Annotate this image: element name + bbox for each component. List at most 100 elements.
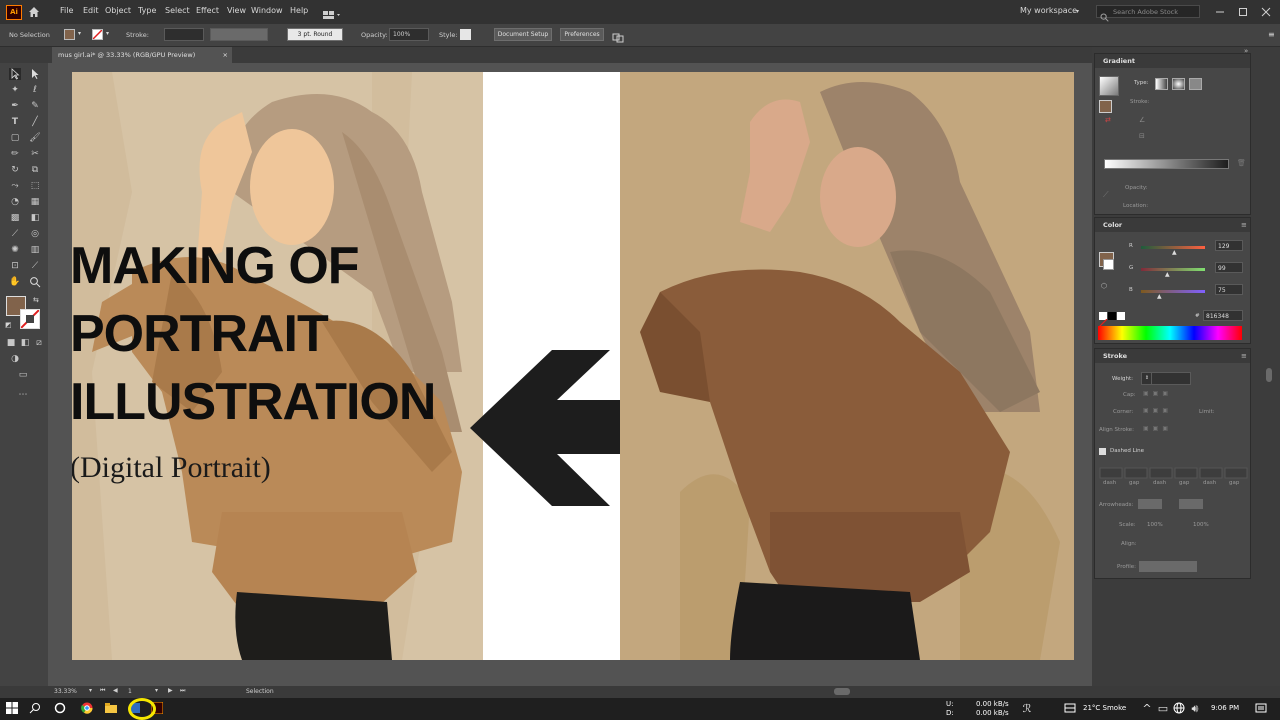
artboard-tool-icon[interactable]: ⊡ xyxy=(9,260,21,272)
chrome-icon[interactable] xyxy=(80,702,94,716)
align-stroke-buttons[interactable]: ▣▣▣ xyxy=(1143,425,1183,434)
scissors-tool-icon[interactable]: ✂ xyxy=(29,148,41,160)
document-tab[interactable]: mus girl.ai* @ 33.33% (RGB/GPU Preview) … xyxy=(52,47,232,63)
menu-window[interactable]: Window xyxy=(251,6,283,15)
dashed-line-checkbox[interactable] xyxy=(1099,448,1106,455)
close-window-icon[interactable] xyxy=(1259,4,1273,18)
document-setup-button[interactable]: Document Setup xyxy=(494,28,552,41)
mesh-tool-icon[interactable]: ▩ xyxy=(9,212,21,224)
taskbar-search-icon[interactable] xyxy=(28,702,42,716)
clock-time[interactable]: 9:06 PM xyxy=(1211,704,1239,712)
dash-fields-row[interactable] xyxy=(1099,464,1249,479)
volume-icon[interactable]: 🔊︎ xyxy=(1188,702,1202,716)
swap-colors-icon[interactable]: ⇆ xyxy=(33,296,39,304)
cap-buttons[interactable]: ▣▣▣ xyxy=(1143,390,1183,399)
freeform-gradient-icon[interactable] xyxy=(1189,78,1202,90)
color-mode-icon[interactable]: ■ xyxy=(5,337,17,349)
radial-gradient-icon[interactable] xyxy=(1172,78,1185,90)
gradient-mode-icon[interactable]: ◧ xyxy=(19,337,31,349)
blend-tool-icon[interactable]: ◎ xyxy=(29,228,41,240)
magic-wand-tool-icon[interactable]: ✦ xyxy=(9,84,21,96)
stroke-weight-field[interactable] xyxy=(164,28,204,41)
g-value-field[interactable]: 99 xyxy=(1215,262,1243,273)
menu-help[interactable]: Help xyxy=(290,6,308,15)
menu-view[interactable]: View xyxy=(227,6,246,15)
opacity-field[interactable]: 100% xyxy=(389,28,429,41)
fill-stroke-mini-swatch[interactable] xyxy=(1099,100,1112,113)
curvature-tool-icon[interactable]: ✎ xyxy=(29,100,41,112)
shape-builder-tool-icon[interactable]: ◔ xyxy=(9,196,21,208)
default-colors-icon[interactable]: ◩ xyxy=(5,321,12,329)
horizontal-scrollbar[interactable] xyxy=(834,688,850,695)
r-value-field[interactable]: 129 xyxy=(1215,240,1243,251)
rotate-tool-icon[interactable]: ↻ xyxy=(9,164,21,176)
panels-scrollbar[interactable] xyxy=(1266,368,1272,382)
zoom-tool-icon[interactable] xyxy=(29,276,41,288)
arrowhead-start-select[interactable] xyxy=(1138,499,1162,509)
weather-icon[interactable] xyxy=(1063,702,1077,716)
artboard-number[interactable]: 1 xyxy=(128,688,132,695)
gradient-preview-swatch[interactable] xyxy=(1099,76,1119,96)
windows-start-icon[interactable] xyxy=(5,702,19,716)
eyedropper-tool-icon[interactable]: ⟋ xyxy=(9,228,21,240)
artboard-chevron-icon[interactable]: ▾ xyxy=(155,687,158,694)
graphic-style-swatch[interactable] xyxy=(460,29,471,40)
type-tool-icon[interactable]: T xyxy=(9,116,21,128)
first-artboard-icon[interactable]: ⏮ xyxy=(100,687,105,695)
stock-search-input[interactable]: Search Adobe Stock xyxy=(1096,5,1200,18)
selection-tool-icon[interactable] xyxy=(9,68,21,80)
free-transform-tool-icon[interactable]: ⬚ xyxy=(29,180,41,192)
perspective-grid-tool-icon[interactable]: ▦ xyxy=(29,196,41,208)
none-color-icon[interactable] xyxy=(1098,312,1108,328)
menu-select[interactable]: Select xyxy=(165,6,190,15)
menu-object[interactable]: Object xyxy=(105,6,131,15)
b-value-field[interactable]: 75 xyxy=(1215,284,1243,295)
previous-artboard-icon[interactable]: ◀ xyxy=(113,687,118,694)
slice-tool-icon[interactable]: ⟋ xyxy=(29,260,41,272)
weight-field[interactable] xyxy=(1151,372,1191,385)
color-panel-menu-icon[interactable]: ≡ xyxy=(1241,221,1247,229)
pen-tool-icon[interactable]: ✒ xyxy=(9,100,21,112)
menu-type[interactable]: Type xyxy=(138,6,156,15)
stroke-chevron-icon[interactable]: ▾ xyxy=(106,30,109,37)
arrange-documents-icon[interactable] xyxy=(322,6,342,19)
next-artboard-icon[interactable]: ▶ xyxy=(168,687,173,694)
rectangle-tool-icon[interactable]: ▢ xyxy=(9,132,21,144)
people-icon[interactable]: ℛ xyxy=(1020,702,1034,716)
line-tool-icon[interactable]: ╱ xyxy=(29,116,41,128)
workspace-chevron-icon[interactable]: ▾ xyxy=(1076,8,1079,15)
globe-icon[interactable] xyxy=(1172,702,1186,716)
warp-tool-icon[interactable]: ⤳ xyxy=(9,180,21,192)
zoom-chevron-icon[interactable]: ▾ xyxy=(89,687,92,694)
reverse-gradient-icon[interactable]: ⇄ xyxy=(1105,116,1111,124)
arrange-icon[interactable] xyxy=(612,29,628,43)
none-mode-icon[interactable]: ⧄ xyxy=(33,337,45,349)
stroke-panel-menu-icon[interactable]: ≡ xyxy=(1241,352,1247,360)
g-slider[interactable] xyxy=(1141,268,1205,271)
fill-swatch[interactable] xyxy=(64,29,75,40)
variable-width-profile[interactable] xyxy=(210,28,268,41)
out-of-gamut-icon[interactable]: ⬡ xyxy=(1101,282,1107,290)
column-graph-tool-icon[interactable]: ▥ xyxy=(29,244,41,256)
fill-chevron-icon[interactable]: ▾ xyxy=(78,30,81,37)
brush-definition[interactable]: 3 pt. Round xyxy=(287,28,343,41)
paintbrush-tool-icon[interactable]: 🖌 xyxy=(29,132,41,144)
direct-selection-tool-icon[interactable] xyxy=(29,68,41,80)
stroke-color-swatch[interactable] xyxy=(20,309,40,329)
b-slider[interactable] xyxy=(1141,290,1205,293)
delete-stop-icon[interactable]: 🗑 xyxy=(1237,159,1246,167)
linear-gradient-icon[interactable] xyxy=(1155,78,1168,90)
white-color-icon[interactable] xyxy=(1117,312,1125,320)
profile-select[interactable] xyxy=(1139,561,1197,572)
r-slider-thumb[interactable]: ▲ xyxy=(1172,249,1177,256)
preferences-button[interactable]: Preferences xyxy=(560,28,604,41)
hex-value-field[interactable]: 816348 xyxy=(1203,310,1243,321)
gradient-slider[interactable] xyxy=(1104,159,1229,169)
stroke-swatch[interactable] xyxy=(92,29,103,40)
tray-network-icon[interactable]: ▭ xyxy=(1156,702,1170,716)
gradient-tool-icon[interactable]: ◧ xyxy=(29,212,41,224)
b-slider-thumb[interactable]: ▲ xyxy=(1157,293,1162,300)
screen-mode-icon[interactable]: ▭ xyxy=(17,369,29,381)
cortana-icon[interactable] xyxy=(53,702,67,716)
lasso-tool-icon[interactable]: ℓ xyxy=(29,84,41,96)
